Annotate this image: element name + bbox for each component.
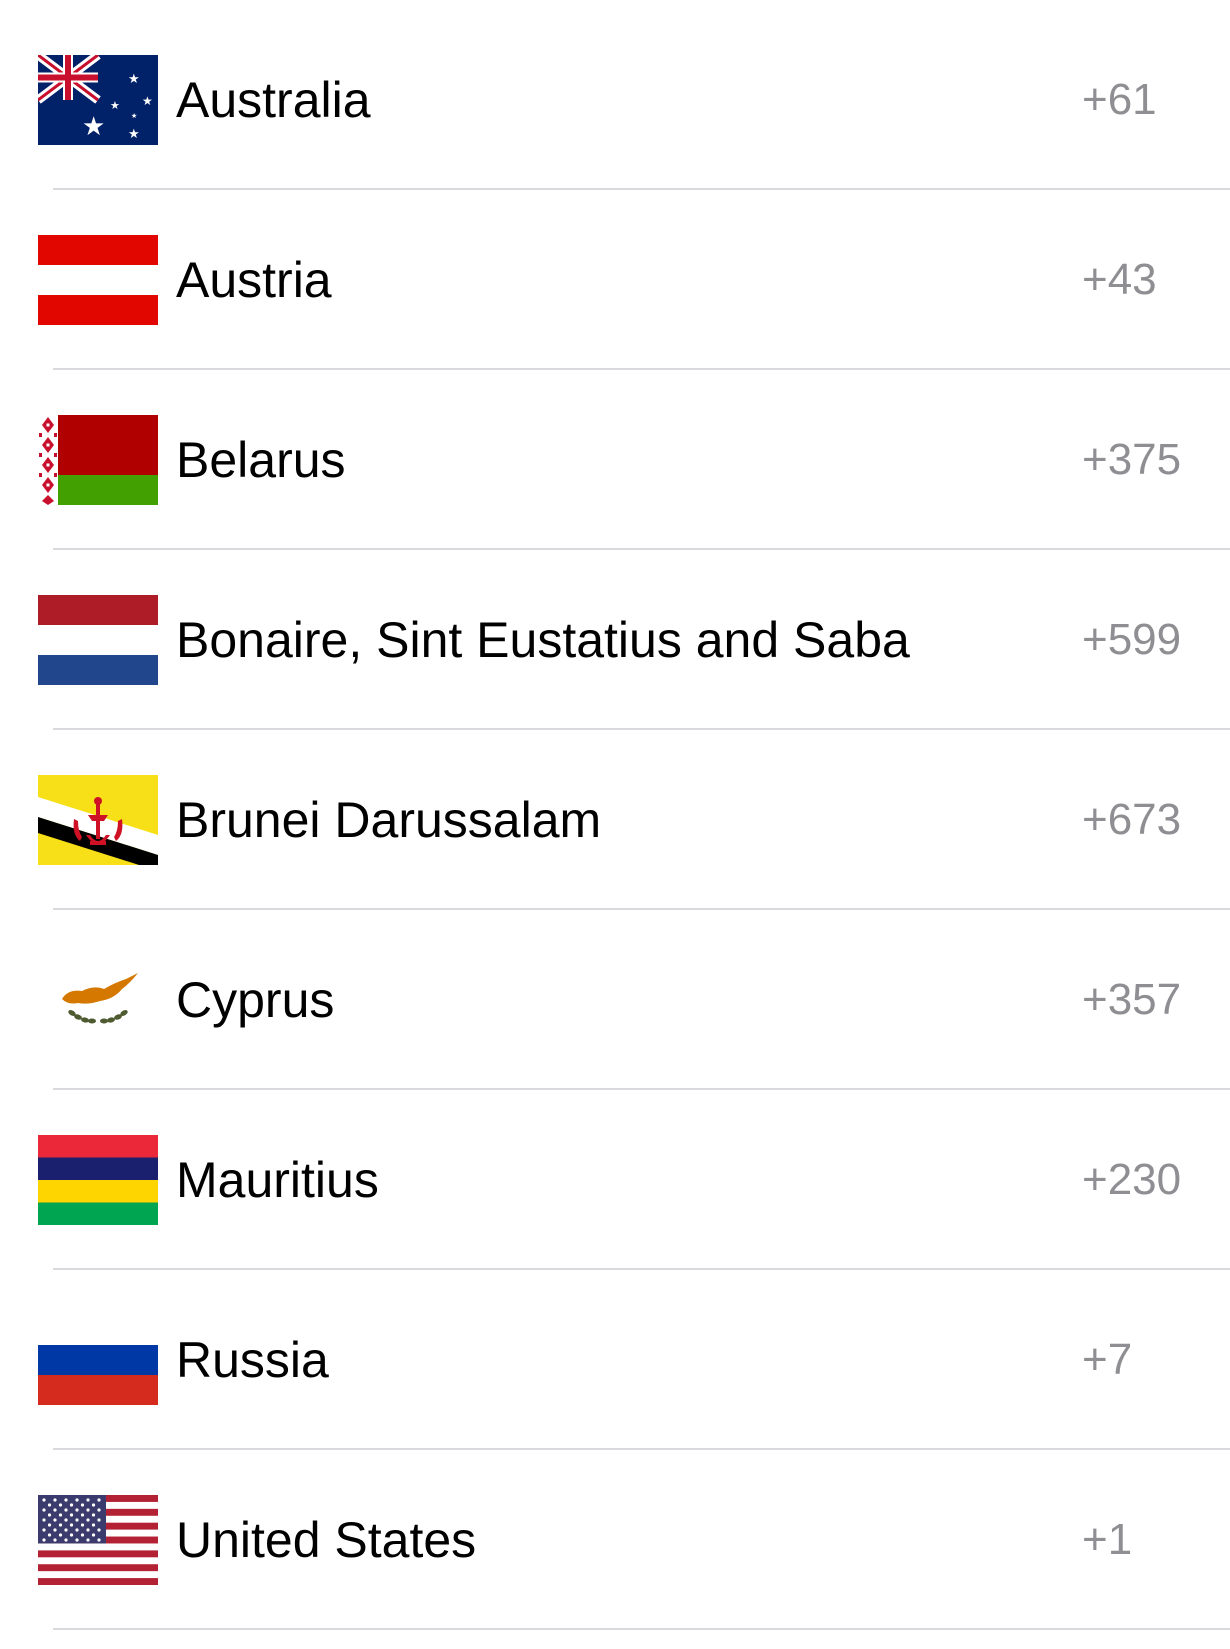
dial-code: +61 bbox=[1082, 75, 1157, 124]
country-name: Belarus bbox=[176, 432, 346, 488]
dial-code: +375 bbox=[1082, 435, 1182, 484]
country-row-australia[interactable]: ★ ★ ★ ★ ★ ★ Australia +61 bbox=[0, 10, 1230, 190]
row-separator bbox=[53, 1628, 1230, 1630]
svg-text:★: ★ bbox=[110, 99, 120, 112]
svg-text:★: ★ bbox=[128, 72, 140, 87]
country-row-mauritius[interactable]: Mauritius +230 bbox=[0, 1090, 1230, 1270]
brunei-flag-icon bbox=[38, 775, 158, 865]
country-row-bonaire[interactable]: Bonaire, Sint Eustatius and Saba +599 bbox=[0, 550, 1230, 730]
country-name: Cyprus bbox=[176, 972, 335, 1028]
country-row-cyprus[interactable]: Cyprus +357 bbox=[0, 910, 1230, 1090]
dial-code: +599 bbox=[1082, 615, 1182, 664]
country-name: Russia bbox=[176, 1332, 329, 1388]
united-states-flag-icon bbox=[38, 1495, 158, 1585]
country-row-belarus[interactable]: Belarus +375 bbox=[0, 370, 1230, 550]
svg-text:★: ★ bbox=[142, 94, 153, 108]
dial-code: +357 bbox=[1082, 975, 1182, 1024]
country-name: Brunei Darussalam bbox=[176, 792, 602, 848]
australia-flag-icon: ★ ★ ★ ★ ★ ★ bbox=[38, 55, 158, 145]
netherlands-flag-icon bbox=[38, 595, 158, 685]
svg-text:★: ★ bbox=[82, 112, 105, 142]
country-name: Australia bbox=[176, 72, 371, 128]
country-row-russia[interactable]: Russia +7 bbox=[0, 1270, 1230, 1450]
russia-flag-icon bbox=[38, 1315, 158, 1405]
country-row-brunei[interactable]: Brunei Darussalam +673 bbox=[0, 730, 1230, 910]
dial-code: +230 bbox=[1082, 1155, 1182, 1204]
country-row-austria[interactable]: Austria +43 bbox=[0, 190, 1230, 370]
country-row-united-states[interactable]: United States +1 bbox=[0, 1450, 1230, 1630]
dial-code: +673 bbox=[1082, 795, 1182, 844]
belarus-flag-icon bbox=[38, 415, 158, 505]
mauritius-flag-icon bbox=[38, 1135, 158, 1225]
austria-flag-icon bbox=[38, 235, 158, 325]
dial-code: +43 bbox=[1082, 255, 1157, 304]
cyprus-flag-icon bbox=[38, 955, 158, 1045]
svg-text:★: ★ bbox=[131, 112, 137, 120]
dial-code: +7 bbox=[1082, 1335, 1133, 1384]
country-name: Austria bbox=[176, 252, 332, 308]
country-name: Mauritius bbox=[176, 1152, 379, 1208]
dial-code: +1 bbox=[1082, 1515, 1133, 1564]
country-name: Bonaire, Sint Eustatius and Saba bbox=[176, 612, 910, 668]
svg-text:★: ★ bbox=[128, 127, 140, 142]
country-name: United States bbox=[176, 1512, 477, 1568]
